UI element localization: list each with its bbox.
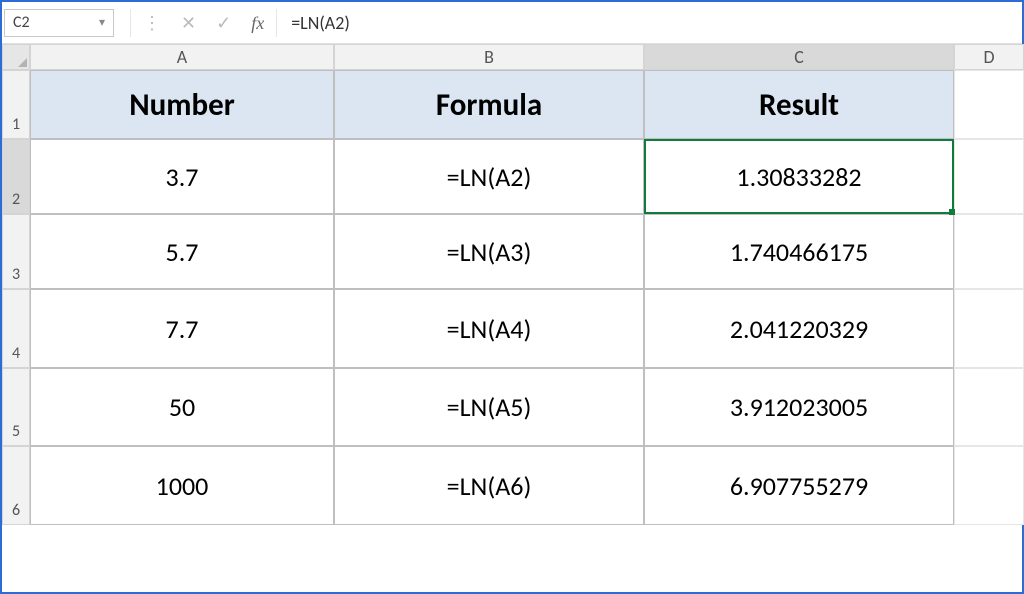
row-header-4[interactable]: 4 xyxy=(2,289,30,368)
cell-A5[interactable]: 50 xyxy=(30,368,334,446)
cell-D6[interactable] xyxy=(954,446,1024,525)
cell-A1[interactable]: Number xyxy=(30,70,334,139)
cell-B5[interactable]: =LN(A5) xyxy=(334,368,644,446)
cell-C2[interactable]: 1.30833282 xyxy=(644,139,954,214)
column-header-C[interactable]: C xyxy=(644,44,954,70)
cell-A6[interactable]: 1000 xyxy=(30,446,334,525)
cell-C1[interactable]: Result xyxy=(644,70,954,139)
formula-options-icon[interactable]: ⋮ xyxy=(143,14,161,32)
cell-C5[interactable]: 3.912023005 xyxy=(644,368,954,446)
cell-B4[interactable]: =LN(A4) xyxy=(334,289,644,368)
cell-D3[interactable] xyxy=(954,214,1024,289)
formula-bar-controls: ⋮ ✕ ✓ fx xyxy=(130,9,277,37)
name-box[interactable]: C2 ▾ xyxy=(4,9,114,37)
chevron-down-icon[interactable]: ▾ xyxy=(99,15,105,30)
formula-bar: C2 ▾ ⋮ ✕ ✓ fx =LN(A2) xyxy=(2,2,1022,44)
formula-input[interactable]: =LN(A2) xyxy=(277,12,1022,34)
cell-C6[interactable]: 6.907755279 xyxy=(644,446,954,525)
row-header-6[interactable]: 6 xyxy=(2,446,30,525)
cell-C4[interactable]: 2.041220329 xyxy=(644,289,954,368)
insert-function-icon[interactable]: fx xyxy=(251,14,264,32)
cell-A4[interactable]: 7.7 xyxy=(30,289,334,368)
cancel-icon[interactable]: ✕ xyxy=(181,14,196,32)
cell-A2[interactable]: 3.7 xyxy=(30,139,334,214)
cell-B1[interactable]: Formula xyxy=(334,70,644,139)
row-header-5[interactable]: 5 xyxy=(2,368,30,446)
cell-D5[interactable] xyxy=(954,368,1024,446)
spreadsheet-grid: A B C D 1 Number Formula Result 2 3.7 =L… xyxy=(2,44,1022,525)
cell-B2[interactable]: =LN(A2) xyxy=(334,139,644,214)
cell-D4[interactable] xyxy=(954,289,1024,368)
column-header-D[interactable]: D xyxy=(954,44,1024,70)
cell-D1[interactable] xyxy=(954,70,1024,139)
cell-B6[interactable]: =LN(A6) xyxy=(334,446,644,525)
column-header-A[interactable]: A xyxy=(30,44,334,70)
row-header-3[interactable]: 3 xyxy=(2,214,30,289)
column-header-B[interactable]: B xyxy=(334,44,644,70)
select-all-corner[interactable] xyxy=(2,44,30,70)
cell-D2[interactable] xyxy=(954,139,1024,214)
enter-icon[interactable]: ✓ xyxy=(216,14,231,32)
cell-B3[interactable]: =LN(A3) xyxy=(334,214,644,289)
cell-A3[interactable]: 5.7 xyxy=(30,214,334,289)
name-box-value: C2 xyxy=(13,13,30,32)
cell-C3[interactable]: 1.740466175 xyxy=(644,214,954,289)
row-header-2[interactable]: 2 xyxy=(2,139,30,214)
row-header-1[interactable]: 1 xyxy=(2,70,30,139)
